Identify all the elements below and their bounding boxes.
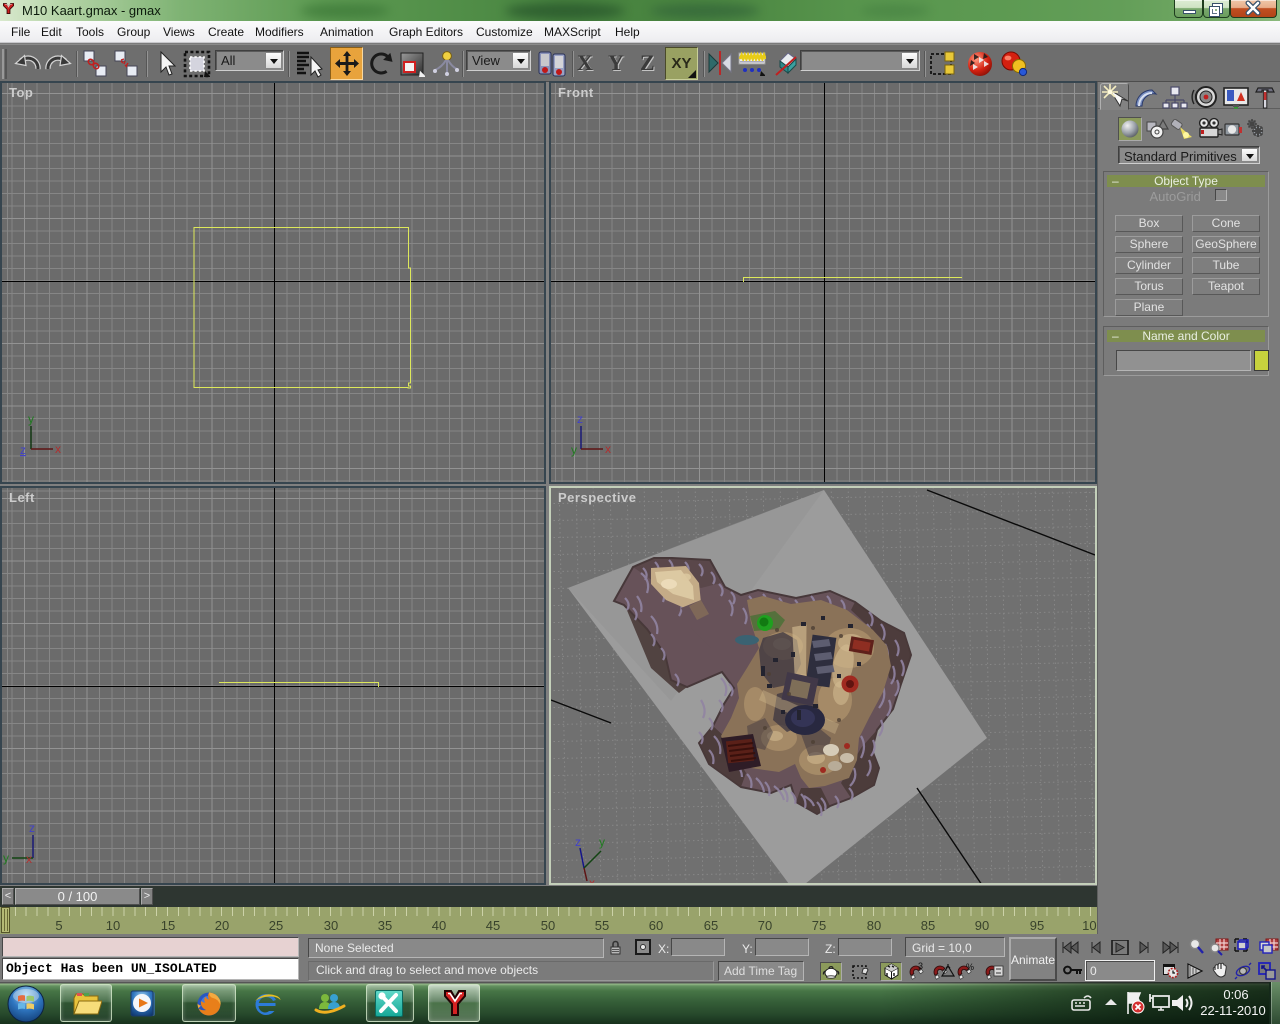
svg-text:y: y xyxy=(571,443,577,457)
svg-text:x: x xyxy=(55,442,61,456)
svg-text:3: 3 xyxy=(918,962,923,971)
svg-text:x: x xyxy=(26,852,32,866)
svg-text:y: y xyxy=(28,413,34,426)
svg-text:z: z xyxy=(20,443,26,457)
svg-text:y: y xyxy=(599,835,605,849)
svg-text:x: x xyxy=(589,876,595,883)
svg-text:z: z xyxy=(29,822,35,835)
svg-text:z: z xyxy=(577,413,583,426)
svg-text:x: x xyxy=(605,442,611,456)
svg-text:y: y xyxy=(3,851,9,865)
svg-text:z: z xyxy=(575,835,581,849)
svg-text:%: % xyxy=(966,962,974,972)
